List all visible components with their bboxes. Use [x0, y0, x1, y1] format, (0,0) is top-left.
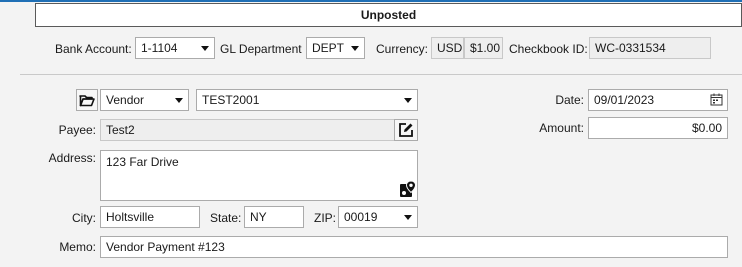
currency-code-field: USD [431, 37, 464, 59]
gl-department-value: DEPT [312, 41, 345, 55]
payee-label: Payee: [58, 123, 96, 137]
window-top-accent [0, 0, 742, 2]
folder-open-icon [79, 94, 95, 107]
vendor-id-dropdown[interactable]: TEST2001 [196, 89, 418, 111]
memo-field[interactable]: Vendor Payment #123 [100, 236, 728, 258]
payee-type-value: Vendor [106, 93, 145, 107]
bank-account-label: Bank Account: [55, 42, 132, 56]
chevron-down-icon [201, 46, 209, 51]
state-field[interactable]: NY [244, 206, 304, 228]
checkbook-id-label: Checkbook ID: [509, 42, 588, 56]
chevron-down-icon [351, 46, 359, 51]
date-picker[interactable]: 09/01/2023 [588, 89, 728, 111]
edit-icon [398, 122, 414, 138]
bank-account-value: 1-1104 [141, 41, 178, 55]
zip-label: ZIP: [314, 211, 337, 225]
payee-type-dropdown[interactable]: Vendor [100, 89, 189, 111]
currency-rate-field: $1.00 [464, 37, 503, 59]
gl-department-dropdown[interactable]: DEPT [306, 37, 365, 59]
chevron-down-icon [175, 98, 183, 103]
memo-label: Memo: [59, 240, 96, 254]
gl-department-label: GL Department [220, 42, 302, 56]
chevron-down-icon [404, 98, 412, 103]
zip-value: 00019 [344, 210, 378, 224]
chevron-down-icon [404, 215, 412, 220]
checkbook-id-field: WC-0331534 [589, 37, 711, 59]
status-banner: Unposted [35, 3, 742, 27]
section-divider [20, 74, 742, 75]
calendar-icon[interactable] [710, 93, 723, 106]
date-value: 09/01/2023 [594, 93, 655, 107]
bank-account-dropdown[interactable]: 1-1104 [135, 37, 215, 59]
city-label: City: [72, 211, 96, 225]
city-field[interactable]: Holtsville [100, 206, 200, 228]
address-label: Address: [48, 151, 96, 165]
vendor-id-value: TEST2001 [202, 93, 260, 107]
zip-dropdown[interactable]: 00019 [338, 206, 418, 228]
payee-field: Test2 [100, 119, 395, 141]
currency-label: Currency: [376, 42, 429, 56]
edit-payee-button[interactable] [394, 119, 418, 141]
map-pin-icon[interactable] [399, 180, 417, 199]
address-value: 123 Far Drive [106, 155, 179, 169]
open-lookup-button[interactable] [76, 89, 98, 111]
amount-field[interactable]: $0.00 [588, 117, 728, 139]
amount-label: Amount: [539, 121, 584, 135]
date-label: Date: [555, 93, 584, 107]
state-label: State: [210, 211, 242, 225]
address-textarea[interactable]: 123 Far Drive [100, 150, 418, 201]
